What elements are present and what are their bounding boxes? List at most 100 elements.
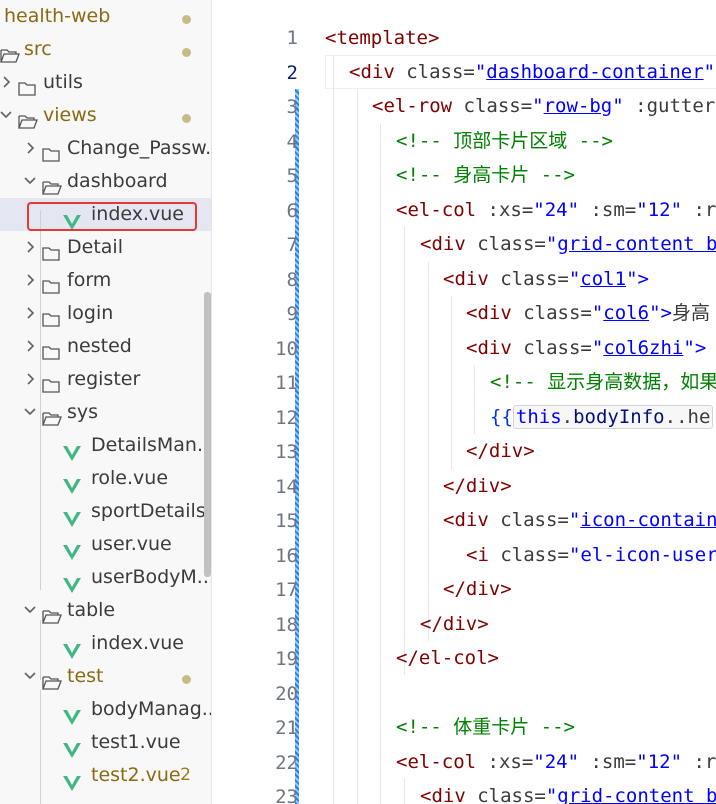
folder-item[interactable]: sys <box>0 396 211 429</box>
folder-item[interactable]: src <box>0 33 211 66</box>
modified-dot-icon <box>182 114 191 123</box>
tree-item-label: table <box>67 599 116 621</box>
code-line-12[interactable]: {{this.bodyInfo..he <box>490 400 714 434</box>
line-number: 14 <box>275 475 298 498</box>
code-indent-guide <box>357 89 358 804</box>
folder-item[interactable]: form <box>0 264 211 297</box>
workspace-root[interactable]: health-web <box>0 0 211 33</box>
code-line-2[interactable]: <div class="dashboard-container" <box>349 55 715 89</box>
indent-guide <box>40 690 41 804</box>
tree-item-label: form <box>67 269 112 291</box>
chevron-down-icon[interactable] <box>24 594 36 627</box>
file-item[interactable]: index.vue <box>0 627 211 660</box>
vue-file-icon <box>63 769 81 802</box>
line-number: 16 <box>275 544 298 567</box>
chevron-right-icon[interactable] <box>24 231 36 264</box>
code-indent-guide <box>451 296 452 469</box>
line-number: 10 <box>275 337 298 360</box>
tree-item-label: dashboard <box>67 170 168 192</box>
code-line-1[interactable]: <template> <box>325 21 439 55</box>
folder-item[interactable]: nested <box>0 330 211 363</box>
modified-dot-icon <box>182 15 191 24</box>
line-number: 2 <box>286 61 298 84</box>
code-line-3[interactable]: <el-row class="row-bg" :gutter <box>372 89 715 123</box>
tree-item-label: bodyManag... <box>91 698 212 720</box>
tree-item-label: user.vue <box>91 533 172 555</box>
file-item[interactable]: role.vue <box>0 462 211 495</box>
tree-item-label: test <box>67 665 104 687</box>
file-item[interactable]: sportDetails... <box>0 495 211 528</box>
line-number: 12 <box>275 406 298 429</box>
tree-item-label: userBodyM... <box>91 566 212 588</box>
indent-guide <box>40 210 41 590</box>
chevron-down-icon[interactable] <box>24 165 36 198</box>
chevron-right-icon[interactable] <box>0 66 12 99</box>
line-number: 1 <box>286 27 298 49</box>
line-number: 23 <box>275 786 298 804</box>
folder-item[interactable]: login <box>0 297 211 330</box>
folder-item[interactable]: Detail <box>0 231 211 264</box>
line-number: 20 <box>275 682 298 705</box>
code-editor[interactable]: 1 2 3 4 5 6 7 8 9 10 11 12 13 14 15 16 17 18 19 20 21 22 23 <t… <box>212 0 716 804</box>
code-line-8[interactable]: <div class="col1"> <box>443 262 649 296</box>
indent-guide <box>40 620 41 680</box>
code-line-23[interactable]: <div class="grid-content b <box>420 779 716 804</box>
line-number: 9 <box>286 303 298 325</box>
code-line-14[interactable]: </div> <box>443 469 512 503</box>
file-item[interactable]: userBodyM... <box>0 561 211 594</box>
folder-item[interactable]: views <box>0 99 211 132</box>
file-item[interactable]: test1.vue <box>0 726 211 759</box>
tree-item-label: sys <box>67 401 99 423</box>
code-line-21[interactable]: <!-- 体重卡片 --> <box>396 710 575 744</box>
line-number: 3 <box>286 96 298 118</box>
code-line-17[interactable]: </div> <box>443 572 512 606</box>
code-line-10[interactable]: <div class="col6zhi"> <box>466 331 706 365</box>
tree-item-label: test1.vue <box>91 731 181 753</box>
code-line-16[interactable]: <i class="el-icon-user <box>466 538 716 572</box>
folder-item[interactable]: utils <box>0 66 211 99</box>
tree-item-label: health-web <box>4 5 111 27</box>
file-item[interactable]: test2.vue 2 <box>0 759 211 792</box>
file-item[interactable]: DetailsMan... <box>0 429 211 462</box>
code-line-15[interactable]: <div class="icon-contain <box>443 503 716 537</box>
code-line-18[interactable]: </div> <box>420 607 489 641</box>
tree-item-label: views <box>43 104 97 126</box>
folder-item[interactable]: table <box>0 594 211 627</box>
tree-item-label: src <box>24 38 52 60</box>
chevron-down-icon[interactable] <box>0 99 12 132</box>
modified-dot-icon <box>182 48 191 57</box>
file-explorer: health-web src utils views Change_Passw...da… <box>0 0 212 804</box>
code-line-11[interactable]: <!-- 显示身高数据，如果 <box>490 365 716 399</box>
file-item[interactable]: bodyManag... <box>0 693 211 726</box>
code-line-19[interactable]: </el-col> <box>396 641 499 675</box>
code-line-6[interactable]: <el-col :xs="24" :sm="12" :r <box>396 193 716 227</box>
line-number: 4 <box>286 130 298 153</box>
chevron-down-icon[interactable] <box>24 396 36 429</box>
folder-item[interactable]: register <box>0 363 211 396</box>
code-line-5[interactable]: <!-- 身高卡片 --> <box>396 158 575 192</box>
code-line-4[interactable]: <!-- 顶部卡片区域 --> <box>396 124 613 158</box>
file-item[interactable]: user.vue <box>0 528 211 561</box>
folder-item[interactable]: dashboard <box>0 165 211 198</box>
code-line-9[interactable]: <div class="col6">身高 <box>466 296 710 330</box>
folder-item[interactable]: test <box>0 660 211 693</box>
explorer-scrollbar[interactable] <box>204 292 211 577</box>
line-number: 17 <box>275 579 298 601</box>
chevron-right-icon[interactable] <box>24 330 36 363</box>
code-line-13[interactable]: </div> <box>466 434 535 468</box>
code-line-22[interactable]: <el-col :xs="24" :sm="12" :r <box>396 745 716 779</box>
line-number: 7 <box>286 234 298 256</box>
code-indent-guide <box>404 227 405 675</box>
chevron-down-icon[interactable] <box>24 660 36 693</box>
chevron-right-icon[interactable] <box>24 363 36 396</box>
tree-item-label: sportDetails... <box>91 500 212 522</box>
chevron-right-icon[interactable] <box>24 264 36 297</box>
line-number: 13 <box>275 441 298 463</box>
code-line-7[interactable]: <div class="grid-content b <box>420 227 716 261</box>
chevron-right-icon[interactable] <box>24 297 36 330</box>
tree-item-label: login <box>67 302 114 324</box>
tree-item-label: Change_Passw... <box>67 137 212 159</box>
tree-item-label: test2.vue <box>91 764 181 786</box>
chevron-right-icon[interactable] <box>24 132 36 165</box>
folder-item[interactable]: Change_Passw... <box>0 132 211 165</box>
